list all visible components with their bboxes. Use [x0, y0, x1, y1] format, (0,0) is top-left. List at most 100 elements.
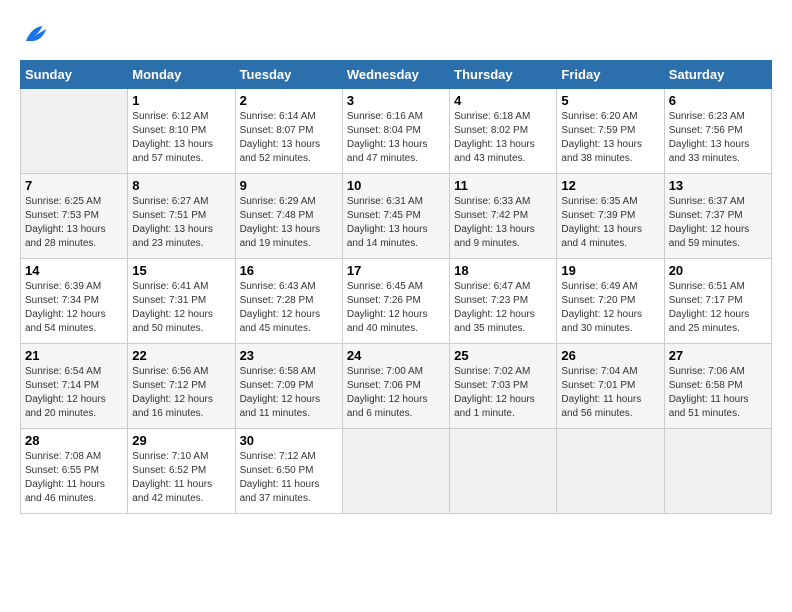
day-info: Sunrise: 6:58 AMSunset: 7:09 PMDaylight:… [240, 365, 338, 421]
day-number: 2 [240, 93, 338, 108]
calendar-cell: 5 Sunrise: 6:20 AMSunset: 7:59 PMDaylight… [557, 89, 664, 174]
day-number: 16 [240, 263, 338, 278]
day-number: 30 [240, 433, 338, 448]
calendar-cell: 19 Sunrise: 6:49 AMSunset: 7:20 PMDayligh… [557, 259, 664, 344]
calendar-cell: 21 Sunrise: 6:54 AMSunset: 7:14 PMDayligh… [21, 344, 128, 429]
day-number: 27 [669, 348, 767, 363]
calendar-week-1: 1Sunrise: 6:12 AMSunset: 8:10 PMDaylight… [21, 89, 772, 174]
day-info: Sunrise: 6:54 AMSunset: 7:14 PMDaylight:… [25, 365, 123, 421]
column-header-saturday: Saturday [664, 61, 771, 89]
day-number: 8 [132, 178, 230, 193]
day-info: Sunrise: 6:43 AMSunset: 7:28 PMDaylight:… [240, 280, 338, 336]
calendar-cell: 26 Sunrise: 7:04 AMSunset: 7:01 PMDayligh… [557, 344, 664, 429]
day-info: Sunrise: 6:56 AMSunset: 7:12 PMDaylight:… [132, 365, 230, 421]
day-info: Sunrise: 6:27 AMSunset: 7:51 PMDaylight:… [132, 195, 230, 251]
calendar-cell [557, 429, 664, 514]
day-info: Sunrise: 6:14 AMSunset: 8:07 PMDaylight:… [240, 110, 338, 166]
calendar-cell: 16 Sunrise: 6:43 AMSunset: 7:28 PMDayligh… [235, 259, 342, 344]
day-number: 6 [669, 93, 767, 108]
day-info: Sunrise: 6:35 AMSunset: 7:39 PMDaylight:… [561, 195, 659, 251]
calendar-cell: 24 Sunrise: 7:00 AMSunset: 7:06 PMDayligh… [342, 344, 449, 429]
day-info: Sunrise: 6:23 AMSunset: 7:56 PMDaylight:… [669, 110, 767, 166]
day-info: Sunrise: 7:02 AMSunset: 7:03 PMDaylight:… [454, 365, 552, 421]
calendar-cell: 2 Sunrise: 6:14 AMSunset: 8:07 PMDaylight… [235, 89, 342, 174]
calendar-cell: 25 Sunrise: 7:02 AMSunset: 7:03 PMDayligh… [450, 344, 557, 429]
column-header-wednesday: Wednesday [342, 61, 449, 89]
day-number: 15 [132, 263, 230, 278]
day-number: 20 [669, 263, 767, 278]
calendar-cell: 1Sunrise: 6:12 AMSunset: 8:10 PMDaylight… [128, 89, 235, 174]
day-number: 10 [347, 178, 445, 193]
calendar-cell: 20 Sunrise: 6:51 AMSunset: 7:17 PMDayligh… [664, 259, 771, 344]
day-info: Sunrise: 6:45 AMSunset: 7:26 PMDaylight:… [347, 280, 445, 336]
day-info: Sunrise: 7:10 AMSunset: 6:52 PMDaylight:… [132, 450, 230, 506]
day-number: 4 [454, 93, 552, 108]
calendar-cell: 22 Sunrise: 6:56 AMSunset: 7:12 PMDayligh… [128, 344, 235, 429]
day-info: Sunrise: 6:37 AMSunset: 7:37 PMDaylight:… [669, 195, 767, 251]
calendar-week-4: 21 Sunrise: 6:54 AMSunset: 7:14 PMDayligh… [21, 344, 772, 429]
day-number: 13 [669, 178, 767, 193]
calendar-cell: 6 Sunrise: 6:23 AMSunset: 7:56 PMDaylight… [664, 89, 771, 174]
day-number: 12 [561, 178, 659, 193]
day-number: 24 [347, 348, 445, 363]
day-number: 22 [132, 348, 230, 363]
calendar-week-2: 7Sunrise: 6:25 AMSunset: 7:53 PMDaylight… [21, 174, 772, 259]
column-header-tuesday: Tuesday [235, 61, 342, 89]
calendar-cell [450, 429, 557, 514]
day-number: 29 [132, 433, 230, 448]
day-info: Sunrise: 6:47 AMSunset: 7:23 PMDaylight:… [454, 280, 552, 336]
day-number: 23 [240, 348, 338, 363]
column-header-monday: Monday [128, 61, 235, 89]
calendar-table: SundayMondayTuesdayWednesdayThursdayFrid… [20, 60, 772, 514]
calendar-cell: 17 Sunrise: 6:45 AMSunset: 7:26 PMDayligh… [342, 259, 449, 344]
day-info: Sunrise: 7:12 AMSunset: 6:50 PMDaylight:… [240, 450, 338, 506]
day-info: Sunrise: 6:25 AMSunset: 7:53 PMDaylight:… [25, 195, 123, 251]
logo-icon [20, 20, 50, 50]
day-info: Sunrise: 6:41 AMSunset: 7:31 PMDaylight:… [132, 280, 230, 336]
calendar-cell: 23 Sunrise: 6:58 AMSunset: 7:09 PMDayligh… [235, 344, 342, 429]
day-info: Sunrise: 6:18 AMSunset: 8:02 PMDaylight:… [454, 110, 552, 166]
calendar-cell: 29 Sunrise: 7:10 AMSunset: 6:52 PMDayligh… [128, 429, 235, 514]
calendar-cell: 7Sunrise: 6:25 AMSunset: 7:53 PMDaylight… [21, 174, 128, 259]
calendar-cell [342, 429, 449, 514]
day-info: Sunrise: 7:00 AMSunset: 7:06 PMDaylight:… [347, 365, 445, 421]
day-number: 19 [561, 263, 659, 278]
day-info: Sunrise: 6:16 AMSunset: 8:04 PMDaylight:… [347, 110, 445, 166]
calendar-cell: 4 Sunrise: 6:18 AMSunset: 8:02 PMDaylight… [450, 89, 557, 174]
day-number: 25 [454, 348, 552, 363]
day-info: Sunrise: 7:04 AMSunset: 7:01 PMDaylight:… [561, 365, 659, 421]
day-number: 26 [561, 348, 659, 363]
day-info: Sunrise: 6:51 AMSunset: 7:17 PMDaylight:… [669, 280, 767, 336]
calendar-cell: 18 Sunrise: 6:47 AMSunset: 7:23 PMDayligh… [450, 259, 557, 344]
calendar-cell: 3 Sunrise: 6:16 AMSunset: 8:04 PMDaylight… [342, 89, 449, 174]
calendar-cell: 12 Sunrise: 6:35 AMSunset: 7:39 PMDayligh… [557, 174, 664, 259]
day-info: Sunrise: 6:31 AMSunset: 7:45 PMDaylight:… [347, 195, 445, 251]
calendar-cell: 8 Sunrise: 6:27 AMSunset: 7:51 PMDaylight… [128, 174, 235, 259]
calendar-cell: 13 Sunrise: 6:37 AMSunset: 7:37 PMDayligh… [664, 174, 771, 259]
calendar-week-3: 14Sunrise: 6:39 AMSunset: 7:34 PMDayligh… [21, 259, 772, 344]
day-number: 17 [347, 263, 445, 278]
day-number: 18 [454, 263, 552, 278]
day-number: 1 [132, 93, 230, 108]
calendar-cell: 14Sunrise: 6:39 AMSunset: 7:34 PMDayligh… [21, 259, 128, 344]
calendar-cell [664, 429, 771, 514]
calendar-cell [21, 89, 128, 174]
day-number: 3 [347, 93, 445, 108]
calendar-cell: 10 Sunrise: 6:31 AMSunset: 7:45 PMDayligh… [342, 174, 449, 259]
calendar-week-5: 28 Sunrise: 7:08 AMSunset: 6:55 PMDayligh… [21, 429, 772, 514]
day-info: Sunrise: 7:08 AMSunset: 6:55 PMDaylight:… [25, 450, 123, 506]
day-info: Sunrise: 7:06 AMSunset: 6:58 PMDaylight:… [669, 365, 767, 421]
calendar-cell: 9Sunrise: 6:29 AMSunset: 7:48 PMDaylight… [235, 174, 342, 259]
column-header-friday: Friday [557, 61, 664, 89]
day-number: 5 [561, 93, 659, 108]
calendar-header-row: SundayMondayTuesdayWednesdayThursdayFrid… [21, 61, 772, 89]
day-number: 11 [454, 178, 552, 193]
calendar-cell: 15 Sunrise: 6:41 AMSunset: 7:31 PMDayligh… [128, 259, 235, 344]
day-number: 28 [25, 433, 123, 448]
day-number: 14 [25, 263, 123, 278]
day-number: 21 [25, 348, 123, 363]
column-header-sunday: Sunday [21, 61, 128, 89]
day-info: Sunrise: 6:49 AMSunset: 7:20 PMDaylight:… [561, 280, 659, 336]
day-info: Sunrise: 6:20 AMSunset: 7:59 PMDaylight:… [561, 110, 659, 166]
calendar-cell: 28 Sunrise: 7:08 AMSunset: 6:55 PMDayligh… [21, 429, 128, 514]
